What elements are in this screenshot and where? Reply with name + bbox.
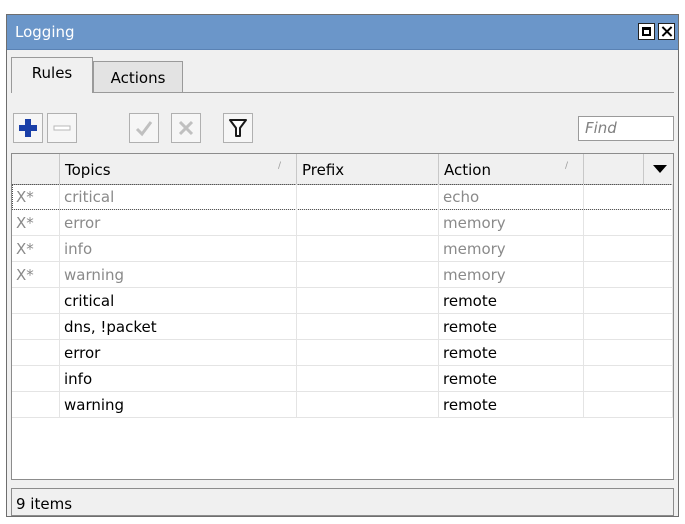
cell-flags: X* <box>12 236 60 262</box>
cell-extra <box>584 340 673 366</box>
table-row[interactable]: info remote <box>12 366 673 392</box>
enable-button[interactable] <box>129 113 159 143</box>
cell-topics: critical <box>60 184 297 210</box>
table-row[interactable]: dns, !packet remote <box>12 314 673 340</box>
cell-topics: info <box>60 236 297 262</box>
cell-action: remote <box>439 340 584 366</box>
cell-flags: X* <box>12 210 60 236</box>
tab-divider <box>11 92 674 93</box>
disable-button[interactable] <box>171 113 201 143</box>
item-count: 9 items <box>16 495 73 513</box>
cell-flags: X* <box>12 184 60 210</box>
x-icon <box>178 120 194 136</box>
cell-extra <box>584 184 673 210</box>
sort-icon: ∕ <box>565 161 569 171</box>
restore-button[interactable] <box>638 23 655 40</box>
cell-extra <box>584 288 673 314</box>
tab-actions[interactable]: Actions <box>93 61 183 93</box>
table-row[interactable]: critical remote <box>12 288 673 314</box>
cell-topics: warning <box>60 392 297 418</box>
cell-prefix <box>297 288 439 314</box>
cell-prefix <box>297 262 439 288</box>
check-icon <box>135 121 153 137</box>
title-bar[interactable]: Logging <box>7 15 678 50</box>
cell-prefix <box>297 184 439 210</box>
cell-action: memory <box>439 210 584 236</box>
minus-icon <box>53 125 71 131</box>
column-header-topics[interactable]: Topics ∕ <box>60 154 297 184</box>
cell-action: remote <box>439 366 584 392</box>
cell-prefix <box>297 314 439 340</box>
cell-prefix <box>297 340 439 366</box>
cell-prefix <box>297 392 439 418</box>
plus-icon <box>19 119 37 137</box>
table-row[interactable]: X* warning memory <box>12 262 673 288</box>
close-button[interactable] <box>658 23 675 40</box>
cell-flags <box>12 392 60 418</box>
cell-extra <box>584 314 673 340</box>
cell-action: remote <box>439 288 584 314</box>
column-header-topics-label: Topics <box>65 161 111 179</box>
table-header: Topics ∕ Prefix Action ∕ <box>12 154 673 185</box>
cell-extra <box>584 366 673 392</box>
cell-flags <box>12 366 60 392</box>
filter-button[interactable] <box>223 113 253 143</box>
add-button[interactable] <box>13 113 43 143</box>
status-bar: 9 items <box>11 488 674 516</box>
cell-action: memory <box>439 236 584 262</box>
remove-button[interactable] <box>47 113 77 143</box>
cell-flags: X* <box>12 262 60 288</box>
table-row[interactable]: X* info memory <box>12 236 673 262</box>
cell-prefix <box>297 236 439 262</box>
table-row[interactable]: X* error memory <box>12 210 673 236</box>
table-row[interactable]: X* critical echo <box>12 184 673 210</box>
cell-topics: info <box>60 366 297 392</box>
cell-topics: critical <box>60 288 297 314</box>
cell-action: echo <box>439 184 584 210</box>
window-title: Logging <box>15 23 75 41</box>
cell-extra <box>584 392 673 418</box>
table-row[interactable]: warning remote <box>12 392 673 418</box>
cell-extra <box>584 210 673 236</box>
cell-topics: dns, !packet <box>60 314 297 340</box>
column-header-action-label: Action <box>444 161 491 179</box>
cell-flags <box>12 340 60 366</box>
cell-action: remote <box>439 392 584 418</box>
cell-flags <box>12 314 60 340</box>
cell-extra <box>584 262 673 288</box>
column-header-flags[interactable] <box>12 154 60 184</box>
cell-action: remote <box>439 314 584 340</box>
cell-flags <box>12 288 60 314</box>
column-menu-chevron-down-icon[interactable] <box>653 165 667 173</box>
cell-prefix <box>297 210 439 236</box>
cell-topics: error <box>60 210 297 236</box>
table-row[interactable]: error remote <box>12 340 673 366</box>
cell-topics: warning <box>60 262 297 288</box>
funnel-icon <box>229 119 247 137</box>
sort-icon: ∕ <box>278 161 282 171</box>
column-header-prefix[interactable]: Prefix <box>297 154 439 184</box>
find-input[interactable]: Find <box>578 116 674 141</box>
cell-extra <box>584 236 673 262</box>
column-header-extra[interactable] <box>584 154 644 184</box>
cell-topics: error <box>60 340 297 366</box>
logging-window: Logging Rules Actions Find Topics ∕ Pref… <box>6 14 679 517</box>
cell-prefix <box>297 366 439 392</box>
toolbar: Find <box>11 101 674 143</box>
tab-rules[interactable]: Rules <box>11 57 93 93</box>
cell-action: memory <box>439 262 584 288</box>
column-header-action[interactable]: Action ∕ <box>439 154 584 184</box>
rules-table: Topics ∕ Prefix Action ∕ X* critical echo X… <box>11 153 674 480</box>
